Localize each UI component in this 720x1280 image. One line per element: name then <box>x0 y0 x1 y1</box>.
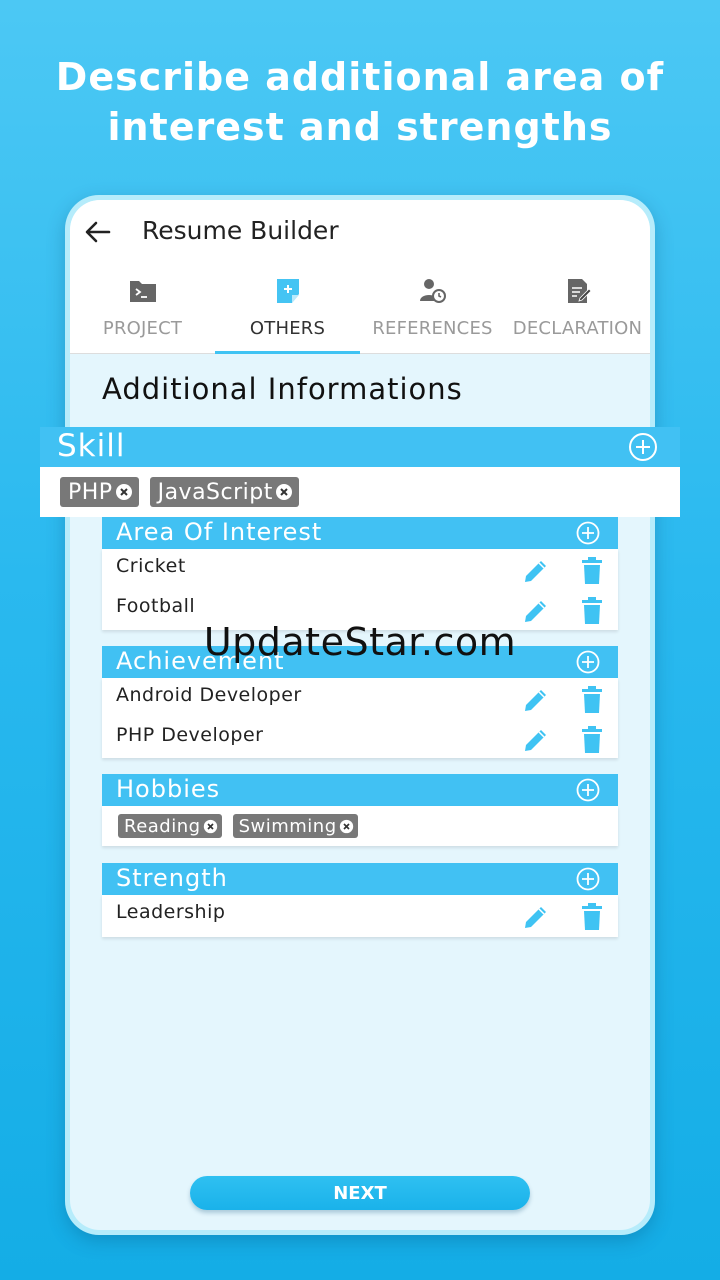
pencil-icon[interactable] <box>522 903 550 931</box>
list-item: PHP Developer <box>102 718 618 758</box>
hobby-chip: Swimming <box>232 814 358 838</box>
trash-icon[interactable] <box>580 557 604 585</box>
app-title: Resume Builder <box>142 216 339 245</box>
area-of-interest-card: Area Of Interest Cricket Football <box>102 517 618 630</box>
card-title: Area Of Interest <box>116 518 323 546</box>
skill-chip: JavaScript <box>149 477 299 507</box>
chip-label: PHP <box>68 479 113 505</box>
list-item: Cricket <box>102 549 618 589</box>
back-arrow-icon[interactable] <box>84 218 112 246</box>
list-item-text: PHP Developer <box>116 724 264 746</box>
tab-project[interactable]: PROJECT <box>70 262 215 353</box>
add-circle-icon[interactable] <box>576 778 600 802</box>
skill-card-header: Skill <box>40 427 680 467</box>
chip-label: Swimming <box>238 815 337 837</box>
card-header: Strength <box>102 863 618 895</box>
card-header: Area Of Interest <box>102 517 618 549</box>
skill-card-body: PHP JavaScript <box>40 467 680 517</box>
note-add-icon <box>276 279 299 303</box>
hobby-chip: Reading <box>118 814 222 838</box>
list-item: Leadership <box>102 895 618 935</box>
app-bar: Resume Builder <box>70 200 650 262</box>
add-circle-icon[interactable] <box>628 432 658 462</box>
close-circle-icon[interactable] <box>275 483 293 501</box>
card-body: Android Developer PHP Developer <box>102 678 618 758</box>
list-item-text: Football <box>116 595 196 617</box>
close-circle-icon[interactable] <box>203 819 218 834</box>
pencil-icon[interactable] <box>522 726 550 754</box>
list-item-text: Android Developer <box>116 684 302 706</box>
strength-card: Strength Leadership <box>102 863 618 937</box>
hobby-chip-list: Reading Swimming <box>118 814 358 838</box>
section-heading: Additional Informations <box>102 372 463 406</box>
chip-label: JavaScript <box>157 479 273 505</box>
tab-bar: PROJECT OTHERS REFERENCES DECLARATION <box>70 262 650 354</box>
card-header: Hobbies <box>102 774 618 806</box>
hobbies-card: Hobbies Reading Swimming <box>102 774 618 846</box>
tab-label: REFERENCES <box>372 318 493 339</box>
person-clock-icon <box>419 279 446 303</box>
chip-label: Reading <box>124 815 201 837</box>
close-circle-icon[interactable] <box>115 483 133 501</box>
next-button[interactable]: NEXT <box>190 1176 530 1210</box>
document-edit-icon <box>567 279 592 303</box>
trash-icon[interactable] <box>580 686 604 714</box>
tab-label: DECLARATION <box>512 318 643 339</box>
card-body: Cricket Football <box>102 549 618 630</box>
close-circle-icon[interactable] <box>339 819 354 834</box>
tab-label: PROJECT <box>102 318 183 339</box>
skill-chip: PHP <box>60 477 139 507</box>
pencil-icon[interactable] <box>522 686 550 714</box>
card-title: Skill <box>57 428 126 464</box>
tab-label: OTHERS <box>249 318 326 339</box>
card-body: Leadership <box>102 895 618 937</box>
list-item-text: Cricket <box>116 555 186 577</box>
tab-declaration[interactable]: DECLARATION <box>505 262 650 353</box>
card-title: Strength <box>116 864 228 892</box>
add-circle-icon[interactable] <box>576 867 600 891</box>
trash-icon[interactable] <box>580 726 604 754</box>
tab-others[interactable]: OTHERS <box>215 262 360 354</box>
list-item-text: Leadership <box>116 901 226 923</box>
tab-references[interactable]: REFERENCES <box>360 262 505 353</box>
folder-icon <box>129 281 156 302</box>
promo-headline-line-1: Describe additional area of <box>55 55 665 99</box>
promo-headline: Describe additional area of interest and… <box>0 52 720 152</box>
promo-headline-line-2: interest and strengths <box>107 105 613 149</box>
pencil-icon[interactable] <box>522 557 550 585</box>
trash-icon[interactable] <box>580 903 604 931</box>
watermark-text: UpdateStar.com <box>203 620 517 664</box>
list-item: Android Developer <box>102 678 618 718</box>
skill-chip-list: PHP JavaScript <box>60 477 299 507</box>
add-circle-icon[interactable] <box>576 521 600 545</box>
card-body: Reading Swimming <box>102 806 618 846</box>
card-title: Hobbies <box>116 775 221 803</box>
